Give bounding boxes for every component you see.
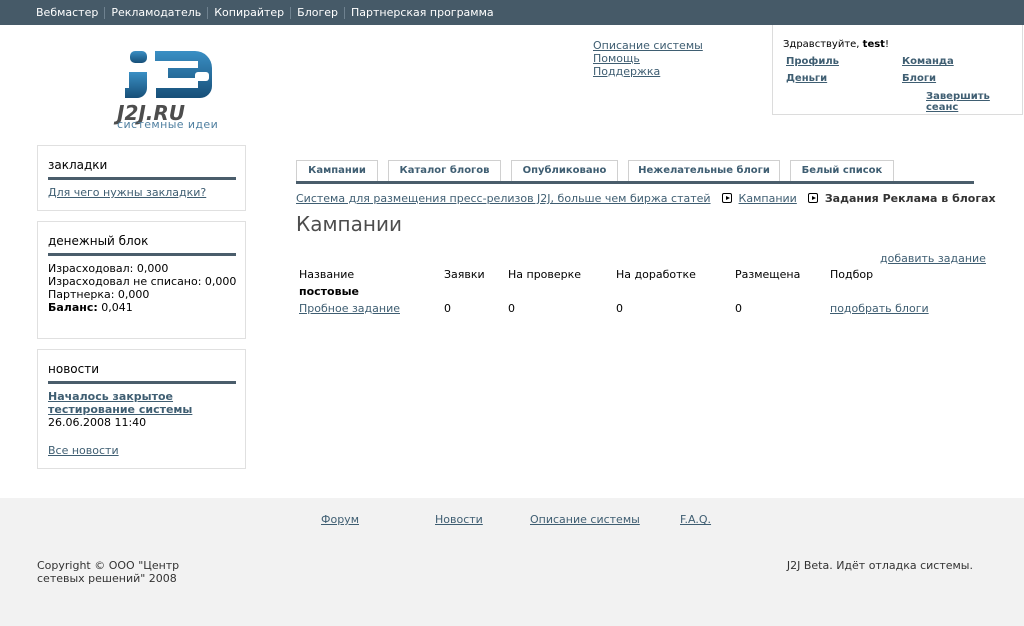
footer-link-forum[interactable]: Форум (321, 513, 359, 526)
breadcrumb-arrow-icon (722, 193, 733, 203)
user-box: Здравствуйте, test! Профиль Команда День… (772, 25, 1023, 115)
footer: Форум Новости Описание системы F.A.Q. Co… (0, 498, 1024, 626)
tab-published[interactable]: Опубликовано (511, 160, 618, 181)
breadcrumb: Система для размещения пресс-релизов J2J… (296, 192, 996, 205)
block-divider (48, 253, 236, 256)
blogs-link[interactable]: Блоги (902, 73, 936, 84)
logout-link[interactable]: Завершить сеанс (926, 91, 1022, 113)
breadcrumb-root[interactable]: Система для размещения пресс-релизов J2J… (296, 192, 711, 205)
beta-notice: J2J Beta. Идёт отладка системы. (786, 559, 973, 572)
select-blogs-link[interactable]: подобрать блоги (830, 302, 929, 315)
copyright: Copyright © ООО "Центр сетевых решений" … (37, 559, 180, 585)
add-task-link[interactable]: добавить задание (880, 252, 986, 265)
col-header-name: Название (299, 268, 355, 281)
top-nav-webmaster[interactable]: Вебмастер (31, 7, 103, 19)
col-header-placed: Размещена (735, 268, 801, 281)
money-block: денежный блок Израсходовал: 0,000 Израсх… (37, 221, 246, 339)
footer-link-news[interactable]: Новости (435, 513, 483, 526)
tab-whitelist[interactable]: Белый список (790, 160, 894, 181)
money-spent-unwritten: Израсходовал не списано: 0,000 (48, 275, 237, 288)
top-nav-items: Вебмастер Рекламодатель Копирайтер Блоге… (31, 7, 499, 19)
col-header-review: На проверке (508, 268, 582, 281)
username: test (862, 39, 885, 50)
top-nav-advertiser[interactable]: Рекламодатель (106, 7, 206, 19)
tab-bar-rule (296, 181, 974, 184)
news-block: новости Началось закрытое тестирование си… (37, 349, 246, 469)
block-divider (48, 381, 236, 384)
news-headline-link[interactable]: Началось закрытое тестирование системы (48, 390, 192, 416)
task-name-link[interactable]: Пробное задание (299, 302, 400, 315)
top-nav-separator (344, 7, 345, 19)
link-help[interactable]: Помощь (593, 52, 703, 65)
money-link[interactable]: Деньги (786, 73, 827, 84)
logo-tagline: системные идеи (117, 118, 219, 131)
help-links: Описание системы Помощь Поддержка (593, 39, 703, 78)
top-nav-separator (104, 7, 106, 19)
balance-label: Баланс: (48, 301, 98, 314)
news-date: 26.06.2008 11:40 (48, 416, 147, 429)
bookmarks-title: закладки (48, 158, 108, 172)
task-requests: 0 (444, 302, 451, 315)
page-title: Кампании (296, 212, 402, 236)
money-partner: Партнерка: 0,000 (48, 288, 150, 301)
news-title: новости (48, 362, 99, 376)
greeting-end: ! (884, 39, 889, 50)
link-system-description[interactable]: Описание системы (593, 39, 703, 52)
col-header-requests: Заявки (444, 268, 485, 281)
bookmarks-block: закладки Для чего нужны закладки? (37, 145, 246, 211)
breadcrumb-current: Задания Реклама в блогах (824, 192, 996, 205)
tab-blog-catalog[interactable]: Каталог блогов (388, 160, 501, 181)
all-news-link[interactable]: Все новости (48, 444, 119, 457)
top-nav-separator (207, 7, 209, 19)
money-spent: Израсходовал: 0,000 (48, 262, 169, 275)
top-navigation: Вебмастер Рекламодатель Копирайтер Блоге… (0, 0, 1024, 25)
news-headline-line-2: тестирование системы (48, 403, 193, 416)
task-review: 0 (508, 302, 515, 315)
table-group-label: постовые (299, 285, 359, 298)
top-nav-blogger[interactable]: Блогер (292, 7, 343, 19)
user-greeting: Здравствуйте, test! (783, 39, 889, 50)
tab-unwanted-blogs[interactable]: Нежелательные блоги (628, 160, 780, 181)
top-nav-copywriter[interactable]: Копирайтер (209, 7, 289, 19)
breadcrumb-arrow-icon (808, 193, 819, 203)
bookmarks-help-link[interactable]: Для чего нужны закладки? (48, 186, 206, 199)
top-nav-partner-program[interactable]: Партнерская программа (346, 7, 499, 19)
money-balance: Баланс: 0,041 (48, 301, 133, 314)
footer-link-faq[interactable]: F.A.Q. (680, 513, 711, 526)
top-nav-separator (290, 7, 292, 19)
news-headline-line-1: Началось закрытое (48, 390, 174, 403)
col-header-select: Подбор (830, 268, 874, 281)
task-placed: 0 (735, 302, 742, 315)
col-header-rework: На доработке (616, 268, 696, 281)
footer-link-system-description[interactable]: Описание системы (530, 513, 640, 526)
team-link[interactable]: Команда (902, 56, 954, 67)
greeting-text: Здравствуйте, (783, 39, 863, 50)
profile-link[interactable]: Профиль (786, 56, 839, 67)
task-rework: 0 (616, 302, 623, 315)
breadcrumb-campaigns[interactable]: Кампании (739, 192, 797, 205)
balance-value: 0,041 (97, 301, 133, 314)
block-divider (48, 177, 236, 180)
link-support[interactable]: Поддержка (593, 65, 703, 78)
money-title: денежный блок (48, 234, 149, 248)
tab-campaigns[interactable]: Кампании (296, 160, 378, 181)
